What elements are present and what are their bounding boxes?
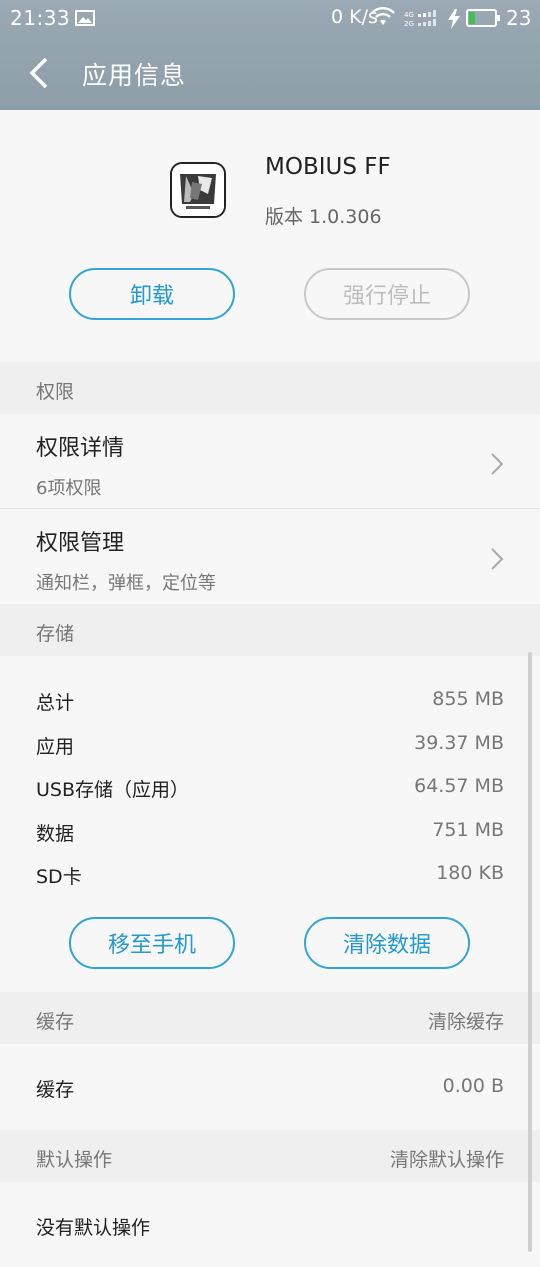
storage-app-value: 39.37 MB bbox=[414, 732, 504, 754]
scrollbar[interactable] bbox=[528, 652, 532, 1252]
status-time: 21:33 bbox=[10, 6, 71, 30]
no-defaults-label: 没有默认操作 bbox=[36, 1217, 151, 1239]
permission-details-title: 权限详情 bbox=[36, 436, 125, 461]
storage-data-label: 数据 bbox=[36, 823, 75, 845]
app-version: 版本 1.0.306 bbox=[265, 206, 382, 228]
permission-management-title: 权限管理 bbox=[36, 531, 125, 556]
back-arrow-icon[interactable] bbox=[26, 56, 52, 90]
storage-sd-label: SD卡 bbox=[36, 866, 82, 888]
storage-data-value: 751 MB bbox=[432, 819, 504, 841]
cache-header-label: 缓存 bbox=[36, 1011, 75, 1033]
permissions-section-header: 权限 bbox=[0, 362, 540, 414]
top-bar: 21:33 0 K/s 4G 2G 23 应用信息 bbox=[0, 0, 540, 110]
battery-icon bbox=[466, 9, 500, 27]
storage-data-row: 数据 751 MB bbox=[0, 819, 540, 849]
storage-usb-row: USB存储（应用） 64.57 MB bbox=[0, 775, 540, 805]
storage-header-label: 存储 bbox=[36, 623, 75, 645]
signal-label-4g: 4G bbox=[404, 11, 414, 19]
storage-usb-label: USB存储（应用） bbox=[36, 779, 190, 801]
storage-total-value: 855 MB bbox=[432, 688, 504, 710]
app-icon bbox=[170, 162, 226, 218]
force-stop-button[interactable]: 强行停止 bbox=[304, 268, 470, 320]
status-bar: 21:33 0 K/s 4G 2G 23 bbox=[0, 0, 540, 36]
cache-row: 缓存 0.00 B bbox=[0, 1075, 540, 1105]
storage-usb-value: 64.57 MB bbox=[414, 775, 504, 797]
image-notification-icon bbox=[75, 10, 95, 26]
app-header: MOBIUS FF 版本 1.0.306 卸载 强行停止 bbox=[0, 110, 540, 362]
chevron-right-icon bbox=[491, 548, 504, 570]
cache-label: 缓存 bbox=[36, 1079, 75, 1101]
clear-defaults-button[interactable]: 清除默认操作 bbox=[390, 1145, 504, 1172]
clear-data-button[interactable]: 清除数据 bbox=[304, 917, 470, 969]
signal-label-2g: 2G bbox=[404, 20, 414, 28]
permission-details-row[interactable]: 权限详情 6项权限 bbox=[0, 414, 540, 508]
move-to-phone-button[interactable]: 移至手机 bbox=[69, 917, 235, 969]
title-bar: 应用信息 bbox=[0, 36, 540, 110]
permissions-header-label: 权限 bbox=[36, 381, 75, 403]
storage-section-header: 存储 bbox=[0, 604, 540, 656]
storage-app-label: 应用 bbox=[36, 736, 75, 758]
battery-percent: 23 bbox=[506, 6, 532, 30]
storage-sd-row: SD卡 180 KB bbox=[0, 862, 540, 892]
defaults-header-label: 默认操作 bbox=[36, 1149, 113, 1171]
app-logo-icon bbox=[172, 164, 224, 216]
permission-details-subtitle: 6项权限 bbox=[36, 478, 102, 499]
page-title: 应用信息 bbox=[82, 61, 187, 90]
defaults-section-header: 默认操作 清除默认操作 bbox=[0, 1130, 540, 1182]
cache-section-header: 缓存 清除缓存 bbox=[0, 992, 540, 1044]
permission-management-row[interactable]: 权限管理 通知栏，弹框，定位等 bbox=[0, 509, 540, 603]
permission-management-subtitle: 通知栏，弹框，定位等 bbox=[36, 573, 216, 594]
chevron-right-icon bbox=[491, 453, 504, 475]
wifi-icon bbox=[371, 7, 395, 25]
charging-icon bbox=[448, 9, 460, 29]
defaults-row: 没有默认操作 bbox=[0, 1213, 540, 1243]
cache-value: 0.00 B bbox=[442, 1075, 504, 1097]
storage-sd-value: 180 KB bbox=[436, 862, 504, 884]
app-name: MOBIUS FF bbox=[265, 154, 391, 180]
clear-cache-button[interactable]: 清除缓存 bbox=[428, 1007, 504, 1034]
storage-app-row: 应用 39.37 MB bbox=[0, 732, 540, 762]
storage-total-label: 总计 bbox=[36, 692, 75, 714]
storage-total-row: 总计 855 MB bbox=[0, 688, 540, 718]
uninstall-button[interactable]: 卸载 bbox=[69, 268, 235, 320]
signal-icon: 4G 2G bbox=[404, 10, 436, 28]
